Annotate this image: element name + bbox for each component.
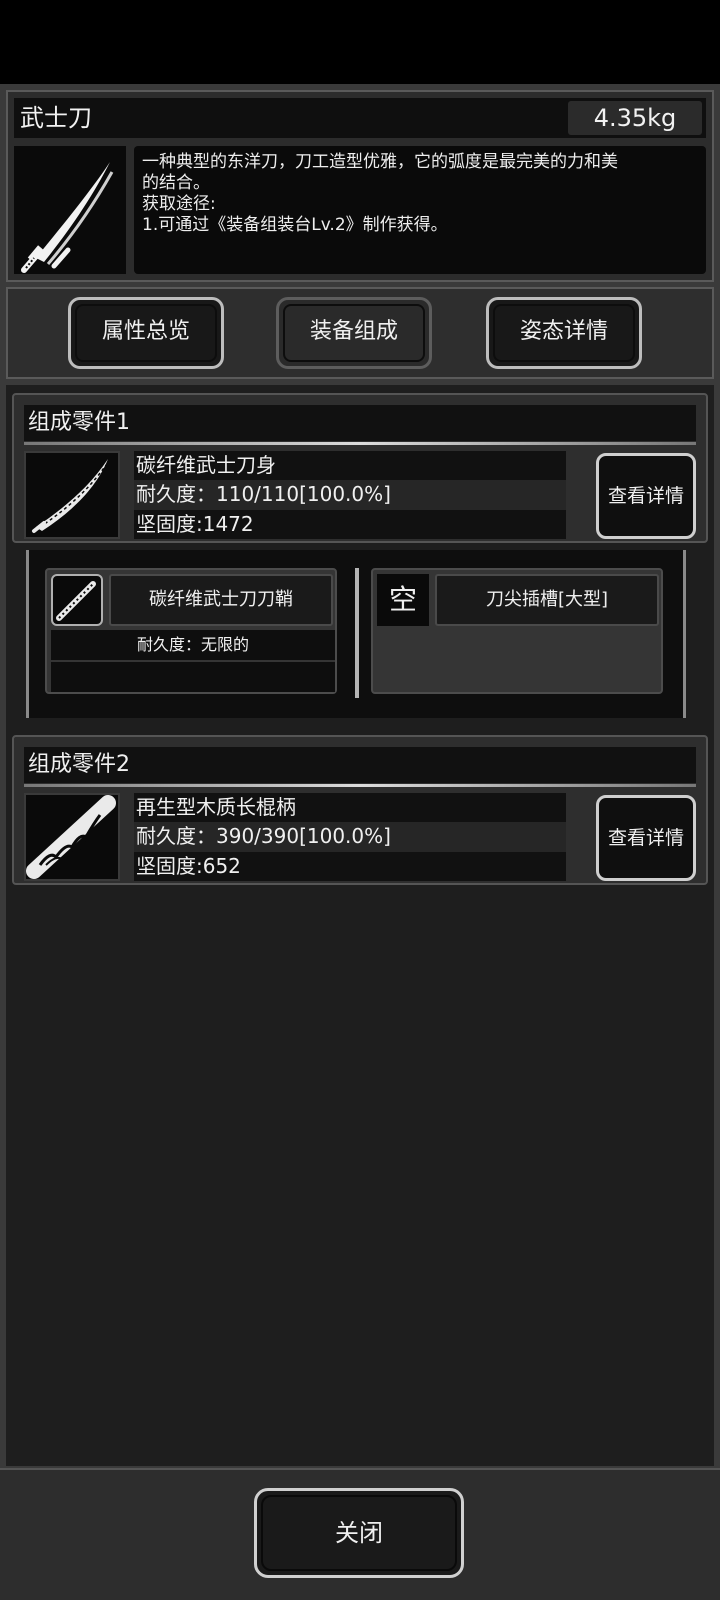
slot-name: 碳纤维武士刀刀鞘 bbox=[109, 574, 333, 626]
handle-icon bbox=[24, 793, 120, 881]
tab-bar: 属性总览 装备组成 姿态详情 bbox=[6, 287, 714, 379]
scabbard-icon bbox=[51, 574, 103, 626]
empty-slot-indicator: 空 bbox=[377, 574, 429, 626]
footer: 关闭 bbox=[0, 1468, 720, 1600]
part-title: 组成零件1 bbox=[24, 405, 696, 445]
slot-tip[interactable]: 空 刀尖插槽[大型] bbox=[371, 568, 663, 694]
description-line: 一种典型的东洋刀，刀工造型优雅，它的弧度是最完美的力和美 bbox=[142, 152, 618, 172]
slot-extra bbox=[51, 662, 335, 692]
tab-stance-details[interactable]: 姿态详情 bbox=[486, 297, 642, 369]
slot-durability: 耐久度：无限的 bbox=[51, 630, 335, 660]
description-line: 1.可通过《装备组装台Lv.2》制作获得。 bbox=[142, 215, 448, 235]
slot-divider bbox=[355, 568, 359, 698]
description-line: 获取途径: bbox=[142, 194, 216, 214]
view-details-button[interactable]: 查看详情 bbox=[596, 795, 696, 881]
part-name: 再生型木质长棍柄 bbox=[134, 793, 566, 823]
part-durability: 耐久度：390/390[100.0%] bbox=[134, 822, 566, 852]
close-button[interactable]: 关闭 bbox=[254, 1488, 464, 1578]
part-card-1: 组成零件1 碳纤维武士刀身 耐久度：110/110[100.0%] 坚固度:14… bbox=[12, 393, 708, 543]
tab-attribute-overview[interactable]: 属性总览 bbox=[68, 297, 224, 369]
part-hardness: 坚固度:1472 bbox=[134, 509, 566, 539]
part-card-2: 组成零件2 再生型木质长棍柄 耐久度：390/390[100.0%] 坚固度:6… bbox=[12, 735, 708, 885]
view-details-button[interactable]: 查看详情 bbox=[596, 453, 696, 539]
part-stats: 碳纤维武士刀身 耐久度：110/110[100.0%] 坚固度:1472 bbox=[134, 451, 566, 539]
description-line: 的结合。 bbox=[142, 173, 210, 193]
item-name: 武士刀 bbox=[20, 104, 92, 132]
slot-name: 刀尖插槽[大型] bbox=[435, 574, 659, 626]
part-durability: 耐久度：110/110[100.0%] bbox=[134, 480, 566, 510]
item-header: 武士刀 4.35kg 一种典型的东洋刀，刀工造型优雅，它的弧度是最完美的力和美 … bbox=[6, 90, 714, 282]
part-1-slots: 碳纤维武士刀刀鞘 耐久度：无限的 空 刀尖插槽[大型] bbox=[26, 550, 686, 718]
blade-icon bbox=[24, 451, 120, 539]
composition-content[interactable]: 组成零件1 碳纤维武士刀身 耐久度：110/110[100.0%] 坚固度:14… bbox=[6, 385, 714, 1466]
title-bar: 武士刀 4.35kg bbox=[14, 98, 706, 138]
part-title: 组成零件2 bbox=[24, 747, 696, 787]
part-stats: 再生型木质长棍柄 耐久度：390/390[100.0%] 坚固度:652 bbox=[134, 793, 566, 881]
katana-icon bbox=[14, 146, 126, 274]
part-name: 碳纤维武士刀身 bbox=[134, 451, 566, 481]
item-description: 一种典型的东洋刀，刀工造型优雅，它的弧度是最完美的力和美 的结合。 获取途径: … bbox=[134, 146, 706, 274]
tab-equipment-composition[interactable]: 装备组成 bbox=[276, 297, 432, 369]
slot-scabbard[interactable]: 碳纤维武士刀刀鞘 耐久度：无限的 bbox=[45, 568, 337, 694]
item-weight: 4.35kg bbox=[568, 101, 702, 135]
status-bar bbox=[0, 0, 720, 84]
part-hardness: 坚固度:652 bbox=[134, 851, 566, 881]
